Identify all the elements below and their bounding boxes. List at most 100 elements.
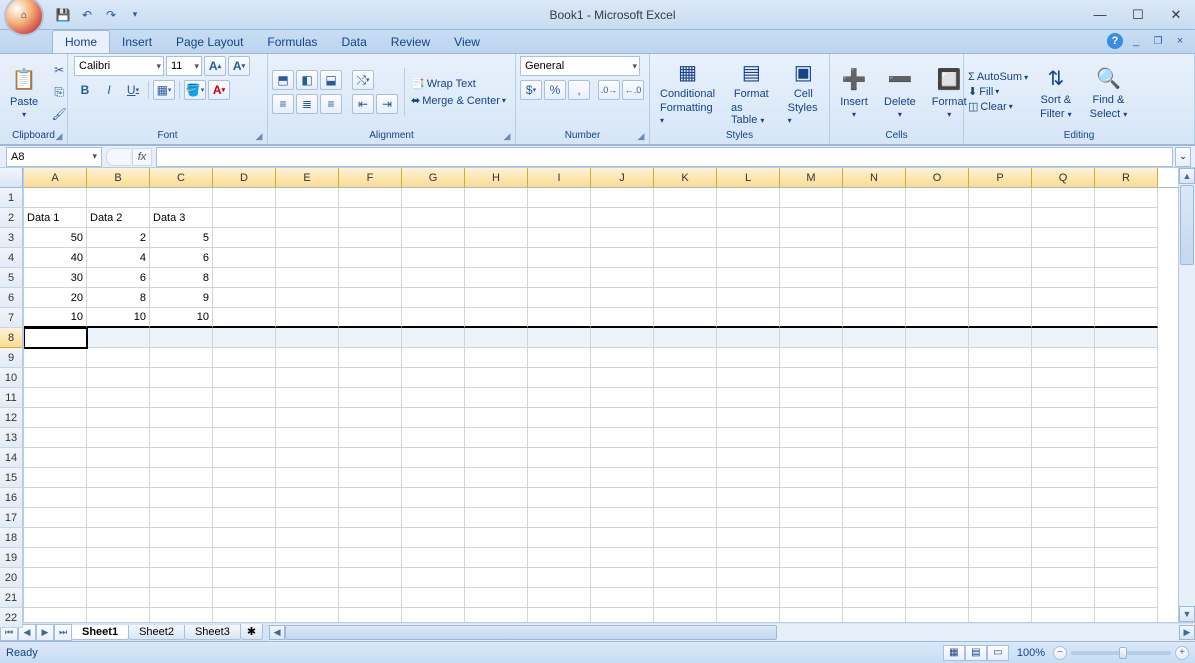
cell-N6[interactable] bbox=[843, 288, 906, 308]
cell-E1[interactable] bbox=[276, 188, 339, 208]
name-box-dropdown-icon[interactable]: ▾ bbox=[92, 151, 97, 162]
cell-L22[interactable] bbox=[717, 608, 780, 622]
insert-cells-button[interactable]: ➕ Insert▾ bbox=[834, 64, 874, 121]
cell-M10[interactable] bbox=[780, 368, 843, 388]
cell-P3[interactable] bbox=[969, 228, 1032, 248]
help-icon[interactable]: ? bbox=[1107, 33, 1123, 49]
cell-R11[interactable] bbox=[1095, 388, 1158, 408]
cell-M4[interactable] bbox=[780, 248, 843, 268]
cell-D8[interactable] bbox=[213, 328, 276, 348]
cell-K20[interactable] bbox=[654, 568, 717, 588]
cell-H18[interactable] bbox=[465, 528, 528, 548]
row-header-14[interactable]: 14 bbox=[0, 448, 23, 468]
cell-M9[interactable] bbox=[780, 348, 843, 368]
cell-Q9[interactable] bbox=[1032, 348, 1095, 368]
cell-J5[interactable] bbox=[591, 268, 654, 288]
cell-Q6[interactable] bbox=[1032, 288, 1095, 308]
cell-Q1[interactable] bbox=[1032, 188, 1095, 208]
cell-G11[interactable] bbox=[402, 388, 465, 408]
cell-L6[interactable] bbox=[717, 288, 780, 308]
cell-L19[interactable] bbox=[717, 548, 780, 568]
cell-G15[interactable] bbox=[402, 468, 465, 488]
cell-K14[interactable] bbox=[654, 448, 717, 468]
cell-J15[interactable] bbox=[591, 468, 654, 488]
cell-O15[interactable] bbox=[906, 468, 969, 488]
sheet-tab-sheet1[interactable]: Sheet1 bbox=[71, 625, 129, 640]
cell-R18[interactable] bbox=[1095, 528, 1158, 548]
cell-J12[interactable] bbox=[591, 408, 654, 428]
border-button[interactable]: ▦▾ bbox=[153, 80, 175, 100]
cell-G22[interactable] bbox=[402, 608, 465, 622]
font-name-combo[interactable]: Calibri bbox=[74, 56, 164, 76]
cell-L4[interactable] bbox=[717, 248, 780, 268]
cell-A10[interactable] bbox=[24, 368, 87, 388]
cell-C12[interactable] bbox=[150, 408, 213, 428]
cut-icon[interactable]: ✂ bbox=[48, 60, 70, 80]
cell-C20[interactable] bbox=[150, 568, 213, 588]
cell-G6[interactable] bbox=[402, 288, 465, 308]
cell-F14[interactable] bbox=[339, 448, 402, 468]
cell-G9[interactable] bbox=[402, 348, 465, 368]
cell-A8[interactable] bbox=[24, 328, 87, 348]
cell-F21[interactable] bbox=[339, 588, 402, 608]
cell-F7[interactable] bbox=[339, 308, 402, 328]
column-header-A[interactable]: A bbox=[24, 168, 87, 187]
column-header-P[interactable]: P bbox=[969, 168, 1032, 187]
column-header-Q[interactable]: Q bbox=[1032, 168, 1095, 187]
cell-E15[interactable] bbox=[276, 468, 339, 488]
cell-B12[interactable] bbox=[87, 408, 150, 428]
row-header-15[interactable]: 15 bbox=[0, 468, 23, 488]
cell-B13[interactable] bbox=[87, 428, 150, 448]
cell-P1[interactable] bbox=[969, 188, 1032, 208]
cell-H11[interactable] bbox=[465, 388, 528, 408]
cell-R5[interactable] bbox=[1095, 268, 1158, 288]
cell-J21[interactable] bbox=[591, 588, 654, 608]
cell-I11[interactable] bbox=[528, 388, 591, 408]
cell-D12[interactable] bbox=[213, 408, 276, 428]
cell-Q16[interactable] bbox=[1032, 488, 1095, 508]
cell-P7[interactable] bbox=[969, 308, 1032, 328]
cell-N12[interactable] bbox=[843, 408, 906, 428]
cell-O9[interactable] bbox=[906, 348, 969, 368]
scroll-right-icon[interactable]: ▶ bbox=[1179, 625, 1195, 640]
cell-A13[interactable] bbox=[24, 428, 87, 448]
minimize-ribbon-icon[interactable]: _ bbox=[1127, 32, 1145, 50]
cell-I7[interactable] bbox=[528, 308, 591, 328]
tab-page-layout[interactable]: Page Layout bbox=[164, 31, 255, 53]
sheet-tab-sheet3[interactable]: Sheet3 bbox=[184, 625, 241, 640]
cell-A2[interactable]: Data 1 bbox=[24, 208, 87, 228]
cell-P11[interactable] bbox=[969, 388, 1032, 408]
cell-G20[interactable] bbox=[402, 568, 465, 588]
sheet-tab-sheet2[interactable]: Sheet2 bbox=[128, 625, 185, 640]
maximize-button[interactable]: ☐ bbox=[1119, 1, 1157, 29]
cell-K7[interactable] bbox=[654, 308, 717, 328]
cell-Q21[interactable] bbox=[1032, 588, 1095, 608]
cell-K16[interactable] bbox=[654, 488, 717, 508]
cell-K6[interactable] bbox=[654, 288, 717, 308]
cell-H10[interactable] bbox=[465, 368, 528, 388]
row-header-9[interactable]: 9 bbox=[0, 348, 23, 368]
cell-A6[interactable]: 20 bbox=[24, 288, 87, 308]
cell-A3[interactable]: 50 bbox=[24, 228, 87, 248]
cell-H15[interactable] bbox=[465, 468, 528, 488]
cell-Q11[interactable] bbox=[1032, 388, 1095, 408]
cell-A19[interactable] bbox=[24, 548, 87, 568]
font-size-combo[interactable]: 11 bbox=[166, 56, 202, 76]
cell-C4[interactable]: 6 bbox=[150, 248, 213, 268]
comma-format-icon[interactable]: , bbox=[568, 80, 590, 100]
cell-O6[interactable] bbox=[906, 288, 969, 308]
delete-cells-button[interactable]: ➖ Delete▾ bbox=[878, 64, 922, 121]
last-sheet-button[interactable]: ⏭ bbox=[54, 624, 72, 641]
cell-E19[interactable] bbox=[276, 548, 339, 568]
scroll-up-icon[interactable]: ▲ bbox=[1179, 168, 1195, 184]
cell-A12[interactable] bbox=[24, 408, 87, 428]
cell-K17[interactable] bbox=[654, 508, 717, 528]
cell-P6[interactable] bbox=[969, 288, 1032, 308]
cell-K12[interactable] bbox=[654, 408, 717, 428]
cell-C2[interactable]: Data 3 bbox=[150, 208, 213, 228]
cell-R20[interactable] bbox=[1095, 568, 1158, 588]
cell-C19[interactable] bbox=[150, 548, 213, 568]
cell-C16[interactable] bbox=[150, 488, 213, 508]
close-workbook-icon[interactable]: × bbox=[1171, 32, 1189, 50]
cell-C22[interactable] bbox=[150, 608, 213, 622]
